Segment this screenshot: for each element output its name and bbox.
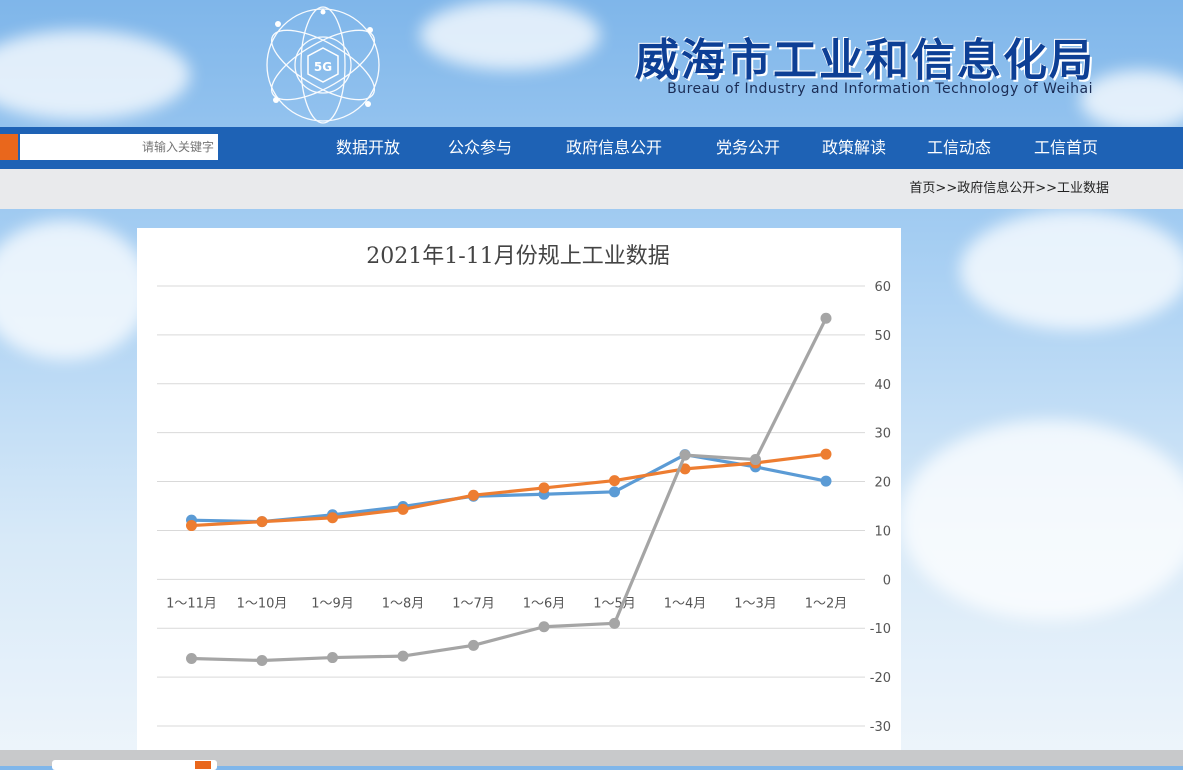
data-point bbox=[820, 448, 832, 460]
nav-item-home[interactable]: 工信首页 bbox=[1034, 127, 1098, 169]
search-button[interactable] bbox=[0, 134, 18, 160]
site-title: 威海市工业和信息化局 bbox=[635, 35, 1095, 86]
chart-panel: 2021年1-11月份规上工业数据 60 50 40 30 20 10 0 -10 -20 -30… bbox=[137, 228, 901, 750]
breadcrumb-bar: 首页>>政府信息公开>>工业数据 bbox=[0, 169, 1183, 209]
data-point bbox=[397, 650, 409, 662]
x-tick-label: 1～6月 bbox=[523, 596, 566, 611]
data-point bbox=[468, 489, 479, 501]
x-tick-label: 1～3月 bbox=[734, 596, 777, 611]
x-tick-label: 1～10月 bbox=[237, 596, 288, 611]
line-chart: 2021年1-11月份规上工业数据 60 50 40 30 20 10 0 -10 -20 -30… bbox=[157, 244, 891, 735]
x-tick-label: 1～2月 bbox=[805, 596, 848, 611]
nav-item-gov-info[interactable]: 政府信息公开 bbox=[566, 127, 662, 169]
y-tick-label: 30 bbox=[874, 427, 891, 442]
data-point bbox=[538, 482, 550, 494]
breadcrumb[interactable]: 首页>>政府信息公开>>工业数据 bbox=[909, 169, 1109, 209]
y-tick-label: 60 bbox=[874, 280, 891, 295]
data-point bbox=[397, 503, 409, 515]
main-nav: 数据开放 公众参与 政府信息公开 党务公开 政策解读 工信动态 工信首页 bbox=[0, 127, 1183, 169]
x-tick-label: 1～9月 bbox=[311, 596, 354, 611]
data-point bbox=[750, 454, 761, 466]
globe-5g-logo: 5G bbox=[266, 6, 380, 124]
x-tick-label: 1～5月 bbox=[593, 596, 636, 611]
data-point bbox=[327, 652, 338, 664]
nav-item-news[interactable]: 工信动态 bbox=[927, 127, 991, 169]
nav-item-party-affairs[interactable]: 党务公开 bbox=[716, 127, 780, 169]
data-point bbox=[256, 654, 268, 666]
nav-item-policy[interactable]: 政策解读 bbox=[822, 127, 886, 169]
y-tick-label: 40 bbox=[874, 378, 891, 393]
nav-item-public-participation[interactable]: 公众参与 bbox=[448, 127, 512, 169]
chart-title: 2021年1-11月份规上工业数据 bbox=[366, 244, 669, 269]
data-point bbox=[609, 475, 620, 487]
logo-badge-text: 5G bbox=[314, 60, 332, 74]
data-point bbox=[468, 639, 479, 651]
footer-accent bbox=[195, 761, 211, 769]
footer-tab bbox=[52, 760, 217, 770]
data-point bbox=[327, 512, 338, 524]
y-tick-label: 10 bbox=[874, 524, 891, 539]
x-tick-label: 1～11月 bbox=[166, 596, 217, 611]
data-point bbox=[609, 486, 620, 498]
data-point bbox=[820, 475, 832, 487]
y-tick-label: -10 bbox=[870, 622, 891, 637]
y-tick-label: -30 bbox=[870, 720, 891, 735]
x-tick-label: 1～8月 bbox=[382, 596, 425, 611]
data-point bbox=[609, 617, 620, 629]
site-subtitle: Bureau of Industry and Information Techn… bbox=[667, 81, 1093, 97]
nav-item-data-open[interactable]: 数据开放 bbox=[336, 127, 400, 169]
data-point bbox=[820, 312, 832, 324]
x-tick-label: 1～7月 bbox=[452, 596, 495, 611]
data-point bbox=[256, 516, 268, 528]
y-tick-label: -20 bbox=[870, 671, 891, 686]
search-box bbox=[20, 134, 218, 160]
y-tick-label: 20 bbox=[874, 476, 891, 491]
data-point bbox=[679, 449, 691, 461]
data-point bbox=[186, 653, 197, 665]
series-line-1 bbox=[191, 452, 827, 528]
y-tick-label: 0 bbox=[883, 573, 891, 588]
data-point bbox=[186, 520, 197, 532]
data-point bbox=[538, 621, 550, 633]
site-header: 5G 威海市工业和信息化局 Bureau of Industry and Inf… bbox=[0, 0, 1183, 128]
search-input[interactable] bbox=[20, 134, 218, 160]
x-tick-label: 1～4月 bbox=[664, 596, 707, 611]
y-tick-label: 50 bbox=[874, 329, 891, 344]
